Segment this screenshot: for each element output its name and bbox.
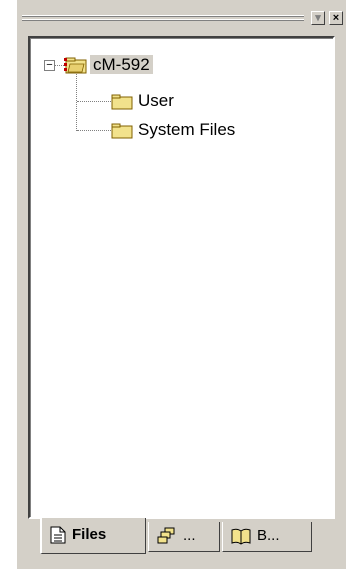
tree-expander-toggle[interactable]: − xyxy=(44,60,55,71)
tree-connector xyxy=(77,101,111,102)
tree-connector xyxy=(55,65,64,66)
close-button[interactable]: × xyxy=(329,11,343,25)
book-icon xyxy=(231,528,251,545)
tree-node-root-label[interactable]: cM-592 xyxy=(90,55,153,74)
tree-node-root[interactable]: cM-592 xyxy=(90,54,153,76)
file-tree[interactable]: − cM-592 User System Files xyxy=(28,36,335,519)
folder-icon xyxy=(111,123,133,139)
panel-grip-bar[interactable] xyxy=(22,15,304,22)
document-icon xyxy=(50,526,66,544)
workspace-folder-icon xyxy=(64,57,87,74)
collapse-button[interactable]: ▾ xyxy=(311,11,325,25)
folder-icon xyxy=(111,94,133,110)
tab-books-label: B... xyxy=(257,527,280,544)
tab-classes-label: ... xyxy=(183,527,196,544)
tree-connector xyxy=(76,74,77,131)
tree-node-system-files[interactable]: System Files xyxy=(135,119,238,141)
panel-tabs: Files ... B... xyxy=(28,518,335,558)
left-margin xyxy=(0,0,17,569)
tab-files-label: Files xyxy=(72,526,107,543)
tab-files[interactable]: Files xyxy=(40,518,146,554)
tab-books[interactable]: B... xyxy=(222,522,312,552)
tree-node-user[interactable]: User xyxy=(135,90,177,112)
classes-icon xyxy=(157,527,175,544)
files-panel: ▾ × − cM-592 User System Files Files ...… xyxy=(0,0,355,569)
tree-connector xyxy=(77,130,111,131)
tree-node-user-label[interactable]: User xyxy=(135,91,177,110)
tab-classes[interactable]: ... xyxy=(148,522,220,552)
right-margin xyxy=(346,0,355,569)
tree-node-system-files-label[interactable]: System Files xyxy=(135,120,238,139)
